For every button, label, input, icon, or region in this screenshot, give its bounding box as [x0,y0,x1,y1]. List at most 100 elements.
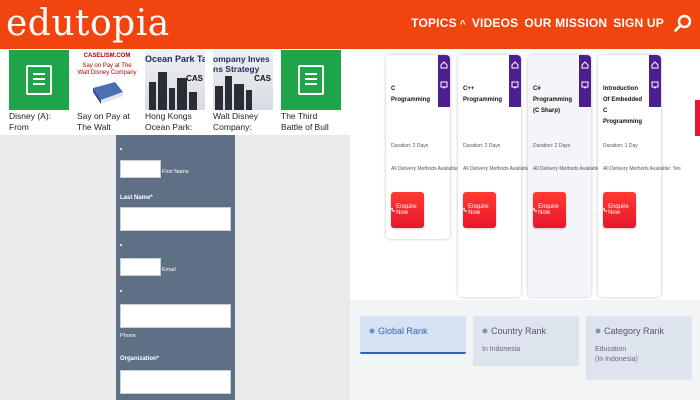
category-rank-sub: (In Indonesia) [595,356,638,363]
card-badge [649,55,661,107]
organization-label: Organization* [120,356,160,362]
phone-icon [533,207,538,212]
certificate-icon [440,81,448,89]
enquiry-form: First Name Last Name* Email Phone Organi… [116,135,235,400]
notebook-icon [9,50,69,110]
site-header: edutopia TOPICS ^ VIDEOS OUR MISSION SIGN… [0,0,700,49]
course-card[interactable]: C++ Programming Duration: 2 Days All Del… [458,55,541,297]
nav-topics[interactable]: TOPICS ^ [411,16,466,30]
book-illustration [93,82,123,104]
course-duration: Duration: 2 Days [391,143,429,149]
thumbnail-card[interactable]: Disney (A): From [9,50,69,135]
enquire-now-button[interactable]: Enquire Now [603,192,636,228]
enquire-now-button[interactable]: Enquire Now [391,192,424,228]
bullet-dot [120,244,122,246]
thumbnail-card[interactable]: Ocean Park Tal CAS Hong Kongs Ocean Park… [145,50,205,135]
nav-videos[interactable]: VIDEOS [472,16,519,30]
cover-title-text: Say on Pay at The Walt Disney Company [77,63,137,76]
search-icon[interactable] [674,14,692,32]
category-rank-label: Category Rank [595,326,664,336]
card-badge [579,55,591,107]
thumbnail-caption: The Third Battle of Bull Run: The [281,111,329,135]
card-badge [438,55,450,107]
main-nav: TOPICS ^ VIDEOS OUR MISSION SIGN UP [411,16,664,30]
category-rank-sub: Education [595,346,627,353]
rank-section: Global Rank Country Rank In Indonesia Ca… [350,300,700,400]
certificate-icon [511,81,519,89]
enquire-label: Enquire Now [608,204,629,216]
last-name-label: Last Name* [120,195,153,201]
course-title: Introduction Of Embedded C Programming [603,86,643,125]
course-card[interactable]: Introduction Of Embedded C Programming D… [598,55,681,297]
cover-top-text: CASELISM.COM [83,53,131,59]
course-card[interactable]: C Programming Duration: 2 Days All Deliv… [386,55,469,239]
cover-badge-text: CAS [254,74,271,83]
course-title: C# Programming (C Sharp) [533,86,573,114]
course-title: C Programming [391,86,431,103]
enquire-label: Enquire Now [396,204,417,216]
category-rank-text: Category Rank [604,326,665,336]
certificate-icon [651,81,659,89]
thumbnail-card[interactable]: ompany Inves ns Strategy CAS Walt Disney… [213,50,273,135]
phone-field[interactable] [120,304,231,328]
organization-field[interactable] [120,370,231,394]
certificate-icon [581,81,589,89]
first-name-label: First Name [162,169,189,175]
email-field[interactable] [120,258,161,276]
course-duration: Duration: 2 Days [533,143,571,149]
country-rank-label: Country Rank [482,326,546,336]
phone-icon [603,207,608,212]
flag-icon [482,328,488,334]
country-rank-text: Country Rank [491,326,547,336]
cover-badge-text: CAS [186,74,203,83]
course-cards: C Programming Duration: 2 Days All Deliv… [386,55,681,300]
page: edutopia TOPICS ^ VIDEOS OUR MISSION SIGN… [0,0,700,400]
phone-label: Phone [120,333,136,339]
city-cover-image: Ocean Park Tal CAS [145,50,205,110]
course-duration: Duration: 2 Days [463,143,501,149]
edutopia-logo[interactable]: edutopia [6,4,170,44]
enquire-label: Enquire Now [538,204,559,216]
enquire-now-button[interactable]: Enquire Now [463,192,496,228]
card-badge [509,55,521,107]
notebook-icon [281,50,341,110]
book-cover-image: CASELISM.COM Say on Pay at The Walt Disn… [77,50,137,110]
first-name-field[interactable] [120,160,161,178]
thumbnail-caption: Hong Kongs Ocean Park: [145,111,193,132]
case-study-thumbnails: Disney (A): From CASELISM.COM Say on Pay… [9,50,344,135]
side-marker [695,100,700,136]
phone-icon [391,207,396,212]
country-rank-sub: In Indonesia [482,346,521,353]
bullet-dot [120,290,122,292]
nav-topics-label: TOPICS [411,16,457,30]
thumbnail-caption: Disney (A): From [9,111,52,132]
home-icon [440,61,448,69]
course-duration: Duration: 1 Day [603,143,638,149]
tab-global-rank[interactable]: Global Rank [360,316,466,354]
course-title: C++ Programming [463,86,503,103]
tab-category-rank[interactable]: Category Rank Education (In Indonesia) [586,316,692,380]
email-label: Email [162,267,176,273]
enquire-now-button[interactable]: Enquire Now [533,192,566,228]
chevron-up-icon: ^ [459,19,466,30]
last-name-field[interactable] [120,207,231,231]
home-icon [651,61,659,69]
city-cover-image: ompany Inves ns Strategy CAS [213,50,273,110]
tab-country-rank[interactable]: Country Rank In Indonesia [473,316,579,366]
global-rank-label: Global Rank [369,326,428,336]
global-rank-text: Global Rank [378,326,428,336]
home-icon [581,61,589,69]
category-icon [595,328,601,334]
globe-icon [369,328,375,334]
nav-our-mission[interactable]: OUR MISSION [524,16,607,30]
course-card[interactable]: C# Programming (C Sharp) Duration: 2 Day… [528,55,611,297]
thumbnail-card[interactable]: CASELISM.COM Say on Pay at The Walt Disn… [77,50,137,135]
nav-sign-up[interactable]: SIGN UP [613,16,664,30]
cover-title-text: ompany Inves ns Strategy [213,54,270,74]
cover-title-text: Ocean Park Tal [145,54,205,64]
thumbnail-caption: Say on Pay at The Walt [77,111,130,132]
thumbnail-caption: Walt Disney Company: [213,111,259,132]
thumbnail-card[interactable]: The Third Battle of Bull Run: The [281,50,341,135]
bullet-dot [120,148,122,150]
home-icon [511,61,519,69]
